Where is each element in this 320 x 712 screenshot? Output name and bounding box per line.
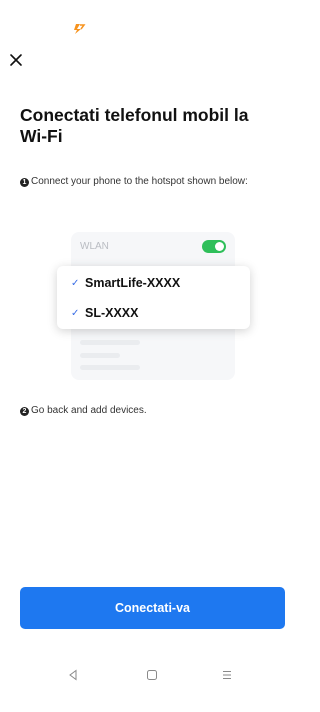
network-name: SmartLife-XXXX [85, 276, 181, 290]
check-icon: ✓ [71, 307, 80, 319]
wlan-toggle-icon [202, 240, 226, 253]
step-1-instruction: 1 Connect your phone to the hotspot shown… [20, 176, 275, 188]
close-button[interactable] [6, 50, 26, 70]
check-icon: ✓ [71, 277, 80, 289]
placeholder-line [80, 353, 120, 358]
nav-home-button[interactable] [145, 668, 159, 682]
nav-menu-button[interactable] [220, 668, 234, 682]
network-item: ✓ SmartLife-XXXX [71, 273, 180, 293]
network-name: SL-XXXX [85, 306, 139, 320]
wlan-label: WLAN [80, 241, 109, 252]
nav-back-icon [69, 669, 77, 681]
brand-logo-icon [72, 22, 86, 34]
placeholder-line [80, 340, 140, 345]
nav-menu-icon [223, 671, 231, 679]
step-number-badge: 1 [20, 178, 29, 187]
close-icon [10, 54, 22, 66]
nav-back-button[interactable] [66, 668, 80, 682]
page-title: Conectati telefonul mobil la Wi-Fi [20, 105, 249, 146]
placeholder-line [80, 365, 140, 370]
network-item: ✓ SL-XXXX [71, 303, 139, 323]
step-1-text: Connect your phone to the hotspot shown … [31, 176, 248, 187]
nav-home-icon [147, 670, 157, 680]
step-number-badge: 2 [20, 407, 29, 416]
network-list-popup: ✓ SmartLife-XXXX ✓ SL-XXXX [57, 266, 250, 329]
step-2-instruction: 2 Go back and add devices. [20, 405, 147, 417]
connect-button[interactable]: Conectati-va [20, 587, 285, 629]
step-2-text: Go back and add devices. [31, 405, 147, 416]
toggle-knob [215, 242, 224, 251]
